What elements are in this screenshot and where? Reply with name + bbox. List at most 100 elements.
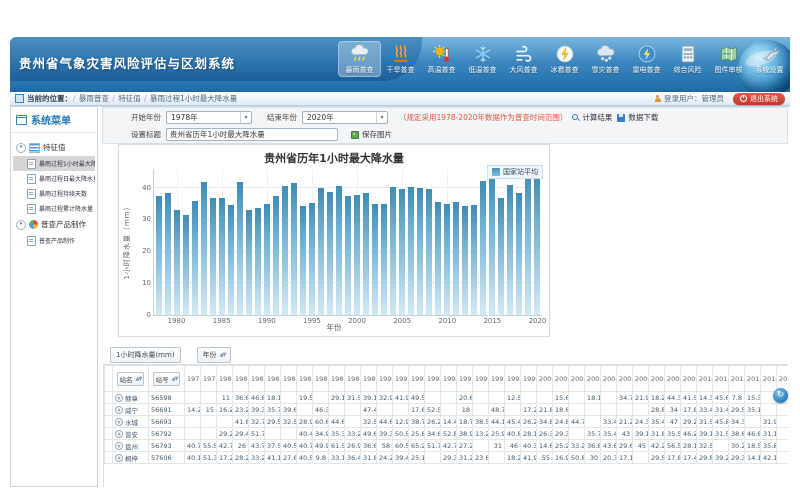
value-cell: 16.9	[553, 452, 569, 464]
logout-button[interactable]: 退出系统	[733, 93, 785, 105]
year-column-header[interactable]: 2005	[617, 366, 633, 392]
year-column-header[interactable]: 1989	[361, 366, 377, 392]
year-column-header[interactable]: 2001	[553, 366, 569, 392]
year-column-header[interactable]: 2010	[697, 366, 713, 392]
nav-item-risk[interactable]: 综合风险	[667, 42, 708, 76]
year-column-header[interactable]: 1999	[521, 366, 537, 392]
y-axis-label: 1小时降水量（mm）	[122, 176, 132, 306]
value-cell: 52.8	[441, 428, 457, 440]
sort-icons[interactable]: ▲▼	[172, 376, 178, 382]
set-title-label: 设置标题	[131, 129, 161, 140]
radio-icon[interactable]	[115, 394, 123, 402]
year-column-header[interactable]: 2004	[601, 366, 617, 392]
year-column-header[interactable]: 1983	[265, 366, 281, 392]
year-column-header[interactable]: 1994	[441, 366, 457, 392]
year-column-header[interactable]: 2013	[745, 366, 761, 392]
value-cell: 41.5	[681, 392, 697, 404]
tree-group[interactable]: ▾ 普查产品制作	[13, 216, 95, 233]
nav-item-wind-survey[interactable]: 大风普查	[503, 42, 544, 76]
year-column-header[interactable]: 2008	[665, 366, 681, 392]
year-column-header[interactable]: 1978	[185, 366, 201, 392]
breadcrumb-item[interactable]: 暴雨过程1小时最大降水量	[150, 94, 237, 103]
station-name: 威宁	[125, 405, 138, 415]
breadcrumb-item[interactable]: 特征值	[118, 94, 141, 103]
station-id: 56693	[149, 416, 185, 428]
nav-item-lightning-survey[interactable]: 雷电普查	[626, 42, 667, 76]
station-name-sort[interactable]: 站名▲▼	[117, 372, 145, 386]
nav-item-drought-survey[interactable]: 干旱普查	[380, 42, 421, 76]
year-column-header[interactable]: 1995	[457, 366, 473, 392]
start-year-select[interactable]: 1978年 ▾	[166, 111, 252, 124]
year-column-header[interactable]: 1996	[473, 366, 489, 392]
collapse-icon[interactable]: ▾	[16, 220, 26, 230]
year-column-header[interactable]: 1985	[297, 366, 313, 392]
chart-bar-2005	[399, 189, 405, 315]
year-column-header[interactable]: 1982	[249, 366, 265, 392]
year-column-header[interactable]: 2012	[729, 366, 745, 392]
value-cell: 46.3	[313, 404, 329, 416]
value-cell: 31.9	[761, 416, 777, 428]
nav-item-cold-survey[interactable]: 低温普查	[462, 42, 503, 76]
value-cell: 32.7	[249, 416, 265, 428]
year-column-header[interactable]: 2007	[649, 366, 665, 392]
tree-group-label: 普查产品制作	[41, 219, 86, 230]
year-column-header[interactable]: 1988	[345, 366, 361, 392]
breadcrumb-item[interactable]: 暴雨普查	[79, 94, 109, 103]
nav-item-map-review[interactable]: 图件审核	[708, 42, 749, 76]
nav-item-hail-survey[interactable]: 冰雹普查	[544, 42, 585, 76]
year-column-header[interactable]: 1997	[489, 366, 505, 392]
value-field-box[interactable]: 1小时降水量(mm)	[110, 347, 181, 363]
year-column-header[interactable]: 2002	[569, 366, 585, 392]
year-column-header[interactable]: 2000	[537, 366, 553, 392]
tree-item[interactable]: 暴雨过程累计降水量	[13, 201, 95, 216]
end-year-select[interactable]: 2020年 ▾	[302, 111, 388, 124]
year-column-header[interactable]: 2003	[585, 366, 601, 392]
floating-widget-button[interactable]: ↻	[773, 388, 788, 403]
year-column-header[interactable]: 1984	[281, 366, 297, 392]
year-column-header[interactable]: 1980	[217, 366, 233, 392]
collapse-icon[interactable]: ▾	[16, 143, 26, 153]
sort-icons[interactable]: ▲▼	[136, 376, 142, 382]
tree-item[interactable]: 暴雨过程持续天数	[13, 186, 95, 201]
value-cell: 47	[665, 416, 681, 428]
value-cell: 27.2	[457, 440, 473, 452]
year-column-header[interactable]: 1986	[313, 366, 329, 392]
year-column-header[interactable]: 1991	[393, 366, 409, 392]
radio-icon[interactable]	[115, 454, 123, 462]
year-column-header[interactable]: 2011	[713, 366, 729, 392]
year-column-header[interactable]: 1998	[505, 366, 521, 392]
nav-item-heat-survey[interactable]: 高温普查	[421, 42, 462, 76]
year-column-header[interactable]: 1981	[233, 366, 249, 392]
column-field-box[interactable]: 年份 ▲▼	[197, 347, 232, 363]
nav-item-settings[interactable]: 系统设置	[749, 42, 790, 76]
chart-bar-1991	[273, 196, 279, 315]
year-column-header[interactable]: 1993	[425, 366, 441, 392]
tree-item[interactable]: 暴雨过程日最大降水量	[13, 171, 95, 186]
value-cell: 41.9	[393, 392, 409, 404]
save-image-button[interactable]: 保存图片	[351, 129, 392, 140]
tree-item[interactable]: 普查产品制作	[13, 233, 95, 248]
tree-item[interactable]: 暴雨过程1小时最大降水量	[13, 156, 95, 171]
tree-group[interactable]: ▾特征值	[13, 139, 95, 156]
calc-result-button[interactable]: 计算结果	[572, 112, 612, 123]
year-column-header[interactable]: 1990	[377, 366, 393, 392]
year-column-header[interactable]: 1992	[409, 366, 425, 392]
year-column-header[interactable]: 2006	[633, 366, 649, 392]
radio-icon[interactable]	[115, 418, 123, 426]
radio-icon[interactable]	[115, 430, 123, 438]
chart-title-input[interactable]	[166, 128, 338, 141]
nav-item-rain-survey[interactable]: 暴雨普查	[339, 42, 380, 76]
year-column-header[interactable]: 1979	[201, 366, 217, 392]
sort-icons[interactable]: ▲▼	[220, 352, 226, 358]
year-column-header[interactable]: 2014	[761, 366, 777, 392]
station-id-sort[interactable]: 站号▲▼	[153, 372, 181, 386]
data-download-button[interactable]: 数据下载	[617, 112, 658, 123]
year-column-header[interactable]: 2009	[681, 366, 697, 392]
chart-bar-1996	[318, 188, 324, 315]
radio-icon[interactable]	[115, 442, 123, 450]
radio-icon[interactable]	[115, 406, 123, 414]
value-cell	[777, 428, 789, 440]
year-column-header[interactable]: 1987	[329, 366, 345, 392]
nav-item-snow-survey[interactable]: 雪灾普查	[585, 42, 626, 76]
value-cell	[201, 428, 217, 440]
